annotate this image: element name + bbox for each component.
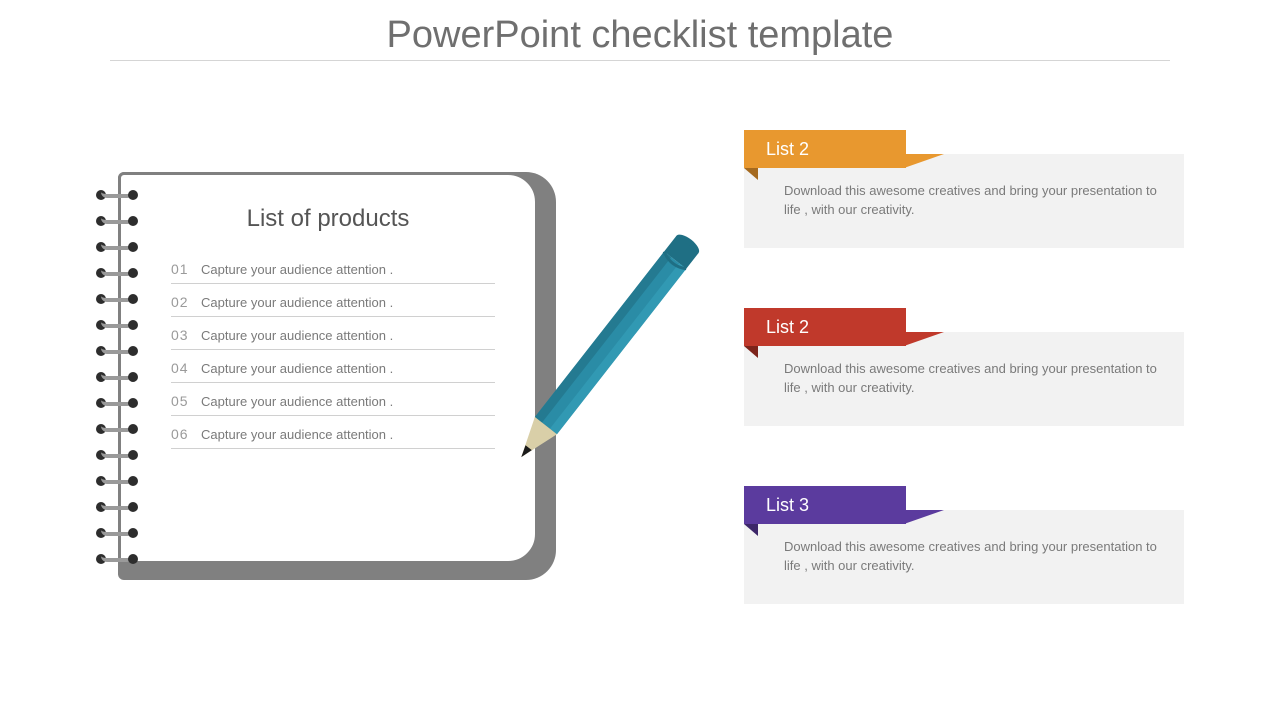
card-tab-slant [904, 154, 944, 168]
card-fold [744, 524, 758, 536]
row-number: 06 [171, 426, 201, 442]
row-text: Capture your audience attention . [201, 427, 495, 442]
row-text: Capture your audience attention . [201, 394, 495, 409]
row-number: 01 [171, 261, 201, 277]
row-number: 02 [171, 294, 201, 310]
notepad-rows: 01Capture your audience attention . 02Ca… [171, 251, 495, 449]
slide: PowerPoint checklist template List of pr… [0, 0, 1280, 720]
row-text: Capture your audience attention . [201, 295, 495, 310]
list-item: 02Capture your audience attention . [171, 284, 495, 317]
row-number: 03 [171, 327, 201, 343]
list-item: 06Capture your audience attention . [171, 416, 495, 449]
list-item: 03Capture your audience attention . [171, 317, 495, 350]
card-tab: List 2 [744, 308, 906, 346]
card-label: List 2 [766, 139, 809, 160]
card-body: Download this awesome creatives and brin… [784, 360, 1164, 398]
row-text: Capture your audience attention . [201, 328, 495, 343]
card-body: Download this awesome creatives and brin… [784, 182, 1164, 220]
info-card: List 3 Download this awesome creatives a… [744, 486, 1184, 604]
row-number: 05 [171, 393, 201, 409]
spiral-binding-icon [96, 188, 138, 578]
info-card: List 2 Download this awesome creatives a… [744, 130, 1184, 248]
pencil-icon [480, 200, 730, 500]
card-tab: List 2 [744, 130, 906, 168]
card-tab: List 3 [744, 486, 906, 524]
list-item: 01Capture your audience attention . [171, 251, 495, 284]
card-fold [744, 346, 758, 358]
title-underline [110, 60, 1170, 61]
list-item: 04Capture your audience attention . [171, 350, 495, 383]
card-body: Download this awesome creatives and brin… [784, 538, 1164, 576]
row-text: Capture your audience attention . [201, 262, 495, 277]
row-number: 04 [171, 360, 201, 376]
card-fold [744, 168, 758, 180]
notepad: List of products 01Capture your audience… [118, 172, 538, 564]
card-tab-slant [904, 332, 944, 346]
card-label: List 3 [766, 495, 809, 516]
info-card: List 2 Download this awesome creatives a… [744, 308, 1184, 426]
notepad-heading: List of products [121, 205, 535, 233]
card-tab-slant [904, 510, 944, 524]
list-item: 05Capture your audience attention . [171, 383, 495, 416]
page-title: PowerPoint checklist template [0, 14, 1280, 57]
card-label: List 2 [766, 317, 809, 338]
row-text: Capture your audience attention . [201, 361, 495, 376]
